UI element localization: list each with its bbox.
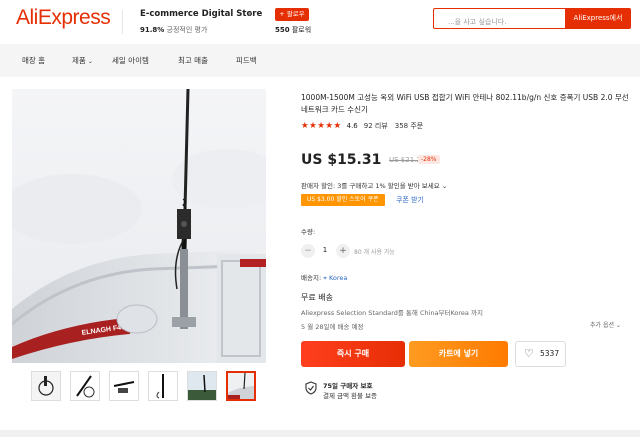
quantity-increase-button[interactable]: + <box>336 244 350 258</box>
shipping-detail: Aliexpress Selection Standard를 통해 China부… <box>301 309 483 317</box>
store-name[interactable]: E-commerce Digital Store <box>140 9 262 19</box>
chevron-down-icon[interactable]: ▾ <box>248 10 252 18</box>
page-footer-divider <box>0 430 640 437</box>
search-box <box>433 8 565 32</box>
nav-item-products[interactable]: 제품 ⌄ <box>72 55 93 66</box>
nav-item-products-label: 제품 <box>72 56 86 65</box>
buy-now-button[interactable]: 즉시 구매 <box>301 341 405 367</box>
ship-to-label: 배송지: <box>301 274 322 282</box>
more-options-label: 추가 옵션 <box>590 322 614 329</box>
more-shipping-options[interactable]: 추가 옵션 ⌄ <box>590 320 621 329</box>
buyer-protection-subtitle: 결제 금액 환불 보증 <box>323 392 378 400</box>
free-shipping-label: 무료 배송 <box>301 293 333 302</box>
rating-value: 4.6 <box>346 122 358 130</box>
nav-item-top-selling[interactable]: 최고 매출 <box>178 55 208 66</box>
follower-count-label: 팔로워 <box>291 26 312 34</box>
current-price: US $15.31 <box>301 152 382 168</box>
chevron-down-icon: ⌄ <box>441 182 448 190</box>
store-rating-label: 긍정적인 평가 <box>166 26 208 34</box>
discount-badge: -28% <box>418 155 440 164</box>
header: AliExpress E-commerce Digital Store ▾ 91… <box>0 0 640 44</box>
star-rating-icon: ★★★★★ <box>301 121 342 131</box>
chevron-down-icon: ⌄ <box>87 58 93 65</box>
product-main-image[interactable]: ELNAGH F45 <box>12 89 266 363</box>
search-aliexpress-button[interactable]: AliExpress에서 <box>565 8 631 29</box>
thumbnail[interactable] <box>148 371 178 401</box>
store-nav: 매장 홈 제품 ⌄ 세일 아이템 최고 매출 피드백 <box>0 44 640 77</box>
thumbnail-active[interactable] <box>226 371 256 401</box>
quantity-decrease-button[interactable]: − <box>301 244 315 258</box>
follower-count-value: 550 <box>275 26 290 34</box>
follow-button[interactable]: + 팔로우 <box>275 8 309 21</box>
rating-row: ★★★★★ 4.6 92 리뷰 358 주문 <box>301 121 423 131</box>
follower-count: 550 팔로워 <box>275 25 311 35</box>
ship-to-country: Korea <box>328 274 348 282</box>
quantity-available: 80 개 사용 가능 <box>354 249 395 256</box>
nav-item-store-home[interactable]: 매장 홈 <box>22 55 45 66</box>
store-rating-value: 91.8% <box>140 26 165 34</box>
ship-to: 배송지: ⌖ Korea <box>301 272 347 283</box>
nav-item-sale-items[interactable]: 세일 아이템 <box>112 55 149 66</box>
wishlist-count: 5337 <box>540 349 560 358</box>
ship-to-location[interactable]: ⌖ Korea <box>323 274 347 282</box>
shield-check-icon <box>305 380 317 395</box>
chevron-down-icon: ⌄ <box>615 322 621 329</box>
store-rating: 91.8% 긍정적인 평가 <box>140 25 207 35</box>
buyer-protection-title: 75일 구매자 보호 <box>323 382 373 390</box>
thumbnail[interactable] <box>187 371 217 401</box>
aliexpress-logo[interactable]: AliExpress <box>16 6 111 30</box>
quantity-label: 수량: <box>301 228 316 236</box>
location-pin-icon: ⌖ <box>323 274 327 282</box>
quantity-value[interactable]: 1 <box>318 246 332 254</box>
divider <box>122 10 123 34</box>
reviews-link[interactable]: 92 리뷰 <box>364 121 388 131</box>
orders-count: 358 주문 <box>394 122 424 130</box>
product-title: 1000M-1500M 고성능 옥외 WiFi USB 접합기 WiFi 안테나… <box>301 93 629 114</box>
store-coupon-tag: US $3.00 할인 스토어 쿠폰 <box>301 194 385 206</box>
seller-discount-text: 판매자 할인: 3를 구매하고 1% 할인을 받아 보세요 <box>301 182 440 190</box>
thumbnail[interactable] <box>70 371 100 401</box>
wishlist-button[interactable]: ♡ 5337 <box>515 341 566 367</box>
delivery-estimate: 5 월 28일에 배송 예정 <box>301 323 364 331</box>
thumbnail[interactable] <box>109 371 139 401</box>
add-to-cart-button[interactable]: 카트에 넣기 <box>409 341 508 367</box>
search-input[interactable] <box>434 12 565 32</box>
thumbnail[interactable] <box>31 371 61 401</box>
heart-icon: ♡ <box>524 347 534 360</box>
nav-item-feedback[interactable]: 피드백 <box>236 55 257 66</box>
seller-discount-promo[interactable]: 판매자 할인: 3를 구매하고 1% 할인을 받아 보세요 ⌄ <box>301 180 447 190</box>
get-coupon-link[interactable]: 쿠폰 받기 <box>396 194 424 206</box>
